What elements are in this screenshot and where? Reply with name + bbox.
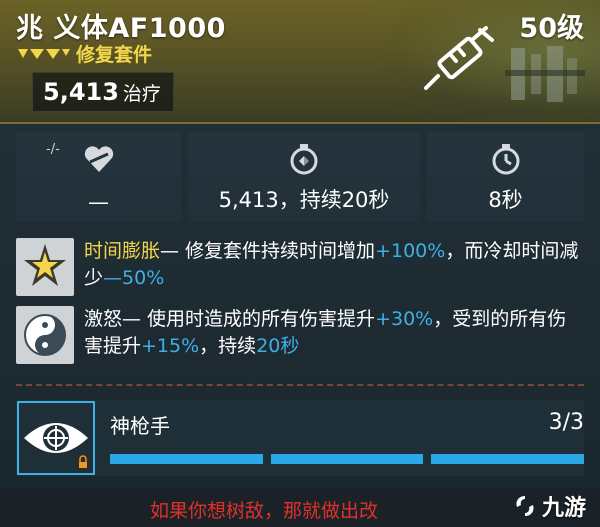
perk-icon-box <box>16 238 74 296</box>
heart-dash-icon <box>84 146 114 172</box>
stats-row: -/- — 5,413，持续20秒 8秒 <box>16 132 584 222</box>
section-divider <box>16 384 584 388</box>
rarity-row: 修复套件 <box>18 40 152 67</box>
stat-heal-total: 5,413，持续20秒 <box>188 132 420 222</box>
stat-value-3: 8秒 <box>488 188 523 212</box>
heal-box: 5,413 治疗 <box>32 72 174 112</box>
brand-name: 九游 <box>541 496 586 521</box>
perk-name: 时间膨胀 <box>84 240 161 262</box>
stat-value-2: 5,413，持续20秒 <box>218 188 390 212</box>
stat-small-label: -/- <box>46 142 60 157</box>
set-name: 神枪手 <box>110 414 170 438</box>
perk-text: 激怒— 使用时造成的所有伤害提升+30%，受到的所有伤害提升+15%，持续20秒 <box>84 306 584 360</box>
set-bar-1 <box>110 454 263 464</box>
perk-value: +30% <box>375 308 434 330</box>
heal-value: 5,413 <box>43 78 119 106</box>
stat-value-1: — <box>88 190 109 214</box>
set-bar-2 <box>270 454 424 464</box>
flavor-text: 如果你想树敌，那就做出改 <box>150 500 379 522</box>
item-header: 兆 义体AF1000 50级 修复套件 5,413 治疗 <box>0 0 600 124</box>
perk-name: 激怒 <box>84 308 123 330</box>
heal-label: 治疗 <box>122 82 161 105</box>
set-bonus: 神枪手 3/3 <box>16 400 585 476</box>
stopwatch-icon <box>492 144 520 175</box>
perk-value: +100% <box>375 240 446 262</box>
set-count: 3/3 <box>548 410 584 435</box>
perk-value: —50% <box>103 267 165 289</box>
perk-value: +15% <box>141 335 200 357</box>
brand-watermark: 九游 <box>512 490 586 522</box>
perk-sep: — <box>160 240 180 262</box>
eye-target-icon <box>17 401 95 475</box>
perk-time-dilation: 时间膨胀— 修复套件持续时间增加+100%，而冷却时间减少—50% <box>16 238 584 296</box>
stat-cooldown: 8秒 <box>427 132 584 222</box>
star-burst-icon <box>24 244 66 286</box>
set-progress <box>110 454 585 464</box>
timer-arrows-icon <box>290 144 318 175</box>
brand-logo-icon <box>516 496 534 516</box>
item-tooltip-card: 兆 义体AF1000 50级 修复套件 5,413 治疗 -/- — 5,413… <box>0 0 600 527</box>
perk-desc-part: ，持续 <box>199 335 257 357</box>
item-type: 修复套件 <box>76 44 153 66</box>
syringe-icon <box>424 26 494 90</box>
perk-enrage: 激怒— 使用时造成的所有伤害提升+30%，受到的所有伤害提升+15%，持续20秒 <box>16 306 584 368</box>
perk-text: 时间膨胀— 修复套件持续时间增加+100%，而冷却时间减少—50% <box>84 238 584 292</box>
rarity-chevrons-icon <box>18 48 70 59</box>
perk-desc-part: 使用时造成的所有伤害提升 <box>141 308 376 330</box>
perk-desc-part: 修复套件持续时间增加 <box>179 240 376 262</box>
glitch-decoration <box>505 46 585 102</box>
perk-sep: — <box>122 308 142 330</box>
perk-icon-box <box>16 306 74 364</box>
set-bar-3 <box>431 454 585 464</box>
perk-value: 20秒 <box>256 335 300 357</box>
yin-yang-icon <box>24 314 66 356</box>
stat-heal-per-sec: -/- — <box>16 132 181 222</box>
